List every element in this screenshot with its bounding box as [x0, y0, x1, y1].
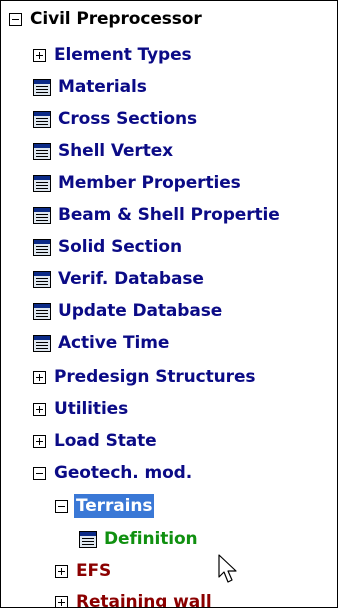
tree-node-materials[interactable]: Materials [33, 73, 149, 101]
tree-node-label: Cross Sections [58, 109, 197, 129]
expand-icon[interactable] [33, 48, 46, 62]
collapse-icon[interactable] [33, 466, 46, 480]
collapse-icon[interactable] [9, 12, 22, 26]
tree-node-label: Solid Section [58, 237, 182, 257]
tree-node-label: Predesign Structures [54, 367, 256, 387]
form-window-icon [33, 110, 51, 128]
tree-node-label: Civil Preprocessor [30, 9, 202, 29]
expand-icon[interactable] [55, 595, 68, 607]
tree-node-predesign-structures[interactable]: Predesign Structures [33, 363, 257, 391]
tree-node-label: Materials [58, 77, 147, 97]
expand-icon[interactable] [33, 370, 46, 384]
tree-node-civil-preprocessor[interactable]: Civil Preprocessor [9, 5, 204, 33]
tree-node-label: Utilities [54, 399, 129, 419]
tree-node-label: Load State [54, 431, 157, 451]
form-window-icon [79, 530, 97, 548]
tree-node-solid-section[interactable]: Solid Section [33, 233, 184, 261]
form-window-icon [33, 302, 51, 320]
tree-node-label: Member Properties [58, 173, 241, 193]
tree-node-cross-sections[interactable]: Cross Sections [33, 105, 199, 133]
tree-node-label: EFS [76, 561, 112, 581]
form-window-icon [33, 334, 51, 352]
tree-node-label: Verif. Database [58, 269, 204, 289]
tree-node-utilities[interactable]: Utilities [33, 395, 130, 423]
tree-node-label: Update Database [58, 301, 223, 321]
tree-node-label: Active Time [58, 333, 170, 353]
tree-node-label: Definition [104, 529, 198, 549]
expand-icon[interactable] [55, 564, 68, 578]
form-window-icon [33, 270, 51, 288]
expand-icon[interactable] [33, 402, 46, 416]
form-window-icon [33, 238, 51, 256]
tree-node-shell-vertex[interactable]: Shell Vertex [33, 137, 175, 165]
tree-node-definition[interactable]: Definition [79, 525, 200, 553]
tree-view-panel: Civil Preprocessor Element Types Materia… [0, 0, 338, 608]
tree-node-load-state[interactable]: Load State [33, 427, 159, 455]
collapse-icon[interactable] [55, 499, 68, 513]
tree-node-member-properties[interactable]: Member Properties [33, 169, 243, 197]
tree-node-retaining-wall[interactable]: Retaining wall [55, 588, 214, 608]
tree-node-active-time[interactable]: Active Time [33, 329, 171, 357]
tree-node-efs[interactable]: EFS [55, 557, 113, 585]
tree-node-label: Beam & Shell Propertie [58, 205, 280, 225]
tree-node-label: Shell Vertex [58, 141, 174, 161]
tree-node-terrains[interactable]: Terrains [55, 492, 155, 520]
tree-node-label-selected: Terrains [74, 494, 155, 518]
expand-icon[interactable] [33, 434, 46, 448]
form-window-icon [33, 174, 51, 192]
tree-node-label: Retaining wall [76, 592, 212, 608]
tree-node-verif-database[interactable]: Verif. Database [33, 265, 206, 293]
tree-node-geotech-mod[interactable]: Geotech. mod. [33, 459, 194, 487]
form-window-icon [33, 142, 51, 160]
form-window-icon [33, 78, 51, 96]
tree-node-label: Element Types [54, 45, 192, 65]
form-window-icon [33, 206, 51, 224]
tree-node-beam-shell-properties[interactable]: Beam & Shell Propertie [33, 201, 282, 229]
tree-node-label: Geotech. mod. [54, 463, 193, 483]
tree-node-element-types[interactable]: Element Types [33, 41, 194, 69]
tree-node-update-database[interactable]: Update Database [33, 297, 224, 325]
mouse-pointer-icon [218, 554, 237, 583]
